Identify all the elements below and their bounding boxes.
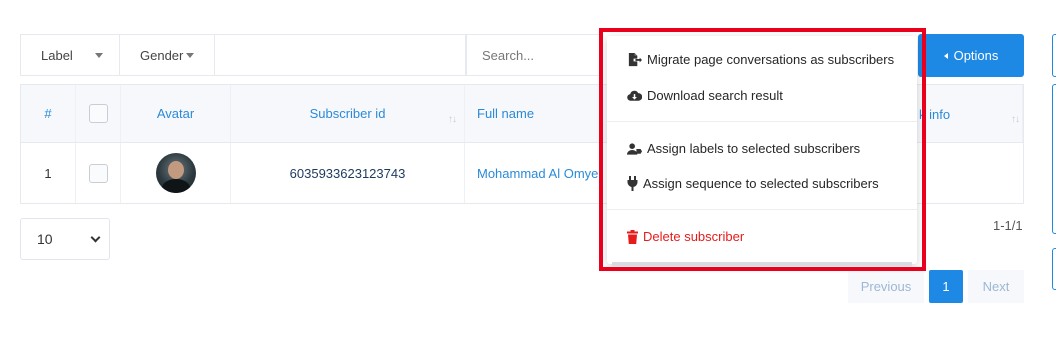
row-avatar-cell [121, 143, 231, 203]
label-filter-dropdown[interactable]: Label [21, 35, 120, 75]
download-search-result-menu-item[interactable]: Download search result [627, 88, 783, 103]
header-full-name-label: Full name [477, 106, 535, 121]
trash-icon [627, 229, 638, 244]
previous-page-button[interactable]: Previous [848, 270, 924, 303]
filter-blank-cell [215, 35, 466, 75]
menu-bottom-bar [612, 262, 912, 266]
page-1-button[interactable]: 1 [929, 270, 963, 303]
row-select-cell [76, 143, 121, 203]
menu-divider [607, 121, 917, 122]
select-all-checkbox[interactable] [88, 104, 108, 123]
row-subscriber-id: 6035933623123743 [231, 143, 465, 203]
chevron-down-icon [90, 232, 101, 242]
delete-label: Delete subscriber [643, 229, 745, 244]
header-number: # [21, 85, 76, 142]
options-dropdown-menu: Migrate page conversations as subscriber… [607, 36, 917, 264]
menu-divider [607, 209, 917, 210]
sort-icon[interactable]: ↑↓ [448, 114, 457, 125]
user-tag-icon [627, 141, 642, 156]
page-size-select[interactable]: 10 [20, 218, 110, 260]
filter-bar: Label Gender Search... [20, 34, 600, 76]
header-avatar: Avatar [121, 85, 231, 142]
assign-sequence-menu-item[interactable]: Assign sequence to selected subscribers [627, 176, 879, 191]
header-select-all [76, 85, 121, 142]
next-page-button[interactable]: Next [968, 270, 1024, 303]
header-info[interactable]: k info ↑↓ [919, 85, 1025, 143]
assign-labels-menu-item[interactable]: Assign labels to selected subscribers [627, 141, 860, 156]
migrate-label: Migrate page conversations as subscriber… [647, 52, 895, 67]
row-number: 1 [21, 143, 76, 203]
sort-icon[interactable]: ↑↓ [1011, 114, 1020, 125]
row-full-name-link[interactable]: Mohammad Al Omye [477, 166, 598, 181]
assign-sequence-label: Assign sequence to selected subscribers [643, 176, 879, 191]
pagination: Previous 1 Next [848, 270, 1024, 303]
gender-filter-dropdown[interactable]: Gender [120, 35, 215, 75]
assign-labels-label: Assign labels to selected subscribers [647, 141, 861, 156]
search-input[interactable]: Search... [466, 35, 599, 75]
caret-left-icon [943, 52, 948, 59]
search-placeholder: Search... [482, 47, 535, 63]
file-export-icon [627, 52, 642, 67]
caret-down-icon [186, 52, 195, 58]
result-count: 1-1/1 [993, 218, 1023, 233]
header-subscriber-id[interactable]: Subscriber id ↑↓ [231, 85, 465, 142]
label-filter-text: Label [41, 47, 73, 63]
edge-button[interactable] [1052, 34, 1056, 77]
edge-panel [1052, 84, 1056, 234]
download-label: Download search result [647, 88, 783, 103]
row-checkbox[interactable] [88, 163, 108, 183]
header-info-label: k info [919, 106, 951, 122]
edge-panel-lower [1052, 248, 1056, 290]
cloud-download-icon [627, 88, 642, 103]
caret-down-icon [94, 52, 103, 58]
gender-filter-text: Gender [140, 47, 184, 63]
page-size-value: 10 [37, 231, 53, 247]
header-subscriber-id-label: Subscriber id [309, 106, 386, 121]
delete-subscriber-menu-item[interactable]: Delete subscriber [627, 229, 744, 244]
options-button[interactable]: Options [918, 34, 1024, 77]
options-button-label: Options [953, 48, 999, 63]
migrate-conversations-menu-item[interactable]: Migrate page conversations as subscriber… [627, 52, 894, 67]
plug-icon [627, 176, 638, 191]
avatar [155, 153, 196, 193]
